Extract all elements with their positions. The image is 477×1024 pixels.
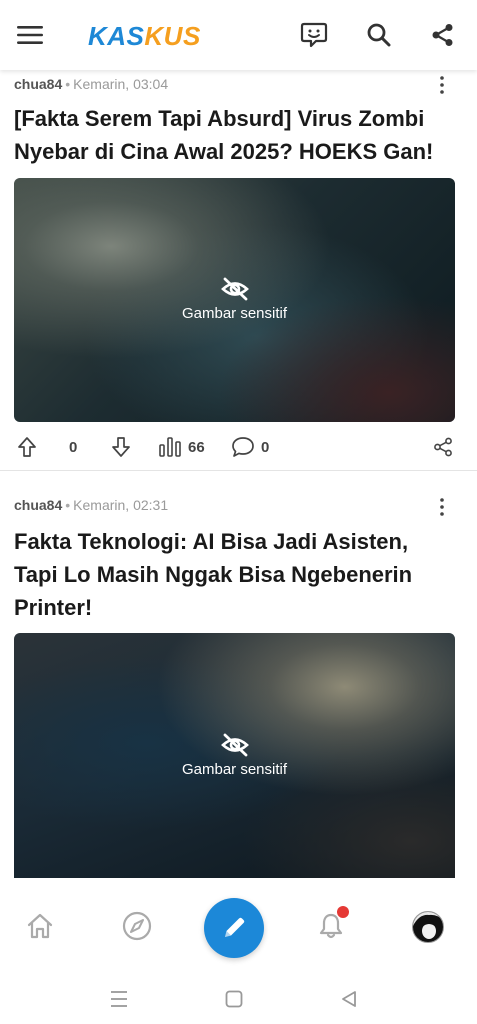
share-icon[interactable] <box>428 20 458 50</box>
system-navigation-bar <box>0 974 477 1024</box>
post-card[interactable]: chua84 • Kemarin, 02:31 Fakta Teknologi: A… <box>0 0 477 878</box>
home-icon[interactable] <box>24 910 56 942</box>
create-post-button[interactable] <box>204 898 264 958</box>
notification-icon[interactable] <box>315 906 349 942</box>
sensitive-overlay: Gambar sensitif <box>14 733 455 779</box>
eye-off-icon <box>220 733 249 756</box>
recent-apps-icon[interactable] <box>104 984 134 1014</box>
post-meta: chua84 • Kemarin, 02:31 <box>14 497 168 513</box>
logo-text-part2: KUS <box>144 20 201 51</box>
logo-text-part1: KAS <box>88 20 145 51</box>
search-icon[interactable] <box>364 20 394 50</box>
explore-icon[interactable] <box>121 910 153 942</box>
post-author[interactable]: chua84 <box>14 497 62 513</box>
notification-badge <box>337 906 349 918</box>
post-time: Kemarin, 02:31 <box>73 497 169 513</box>
kaskus-logo[interactable]: KAS KUS <box>88 20 201 52</box>
profile-avatar[interactable] <box>412 911 444 943</box>
back-icon[interactable] <box>334 984 364 1014</box>
pencil-icon <box>225 917 245 937</box>
chat-icon[interactable] <box>299 20 329 50</box>
bottom-navigation <box>0 878 477 974</box>
post-title[interactable]: Fakta Teknologi: AI Bisa Jadi Asisten, T… <box>14 525 434 624</box>
sensitive-media[interactable]: Gambar sensitif <box>14 633 455 878</box>
meta-separator: • <box>65 497 71 513</box>
sensitive-label: Gambar sensitif <box>181 760 288 778</box>
top-app-bar: KAS KUS <box>0 0 477 70</box>
home-button-icon[interactable] <box>219 984 249 1014</box>
menu-icon[interactable] <box>15 20 45 50</box>
more-options-icon[interactable] <box>433 496 451 518</box>
